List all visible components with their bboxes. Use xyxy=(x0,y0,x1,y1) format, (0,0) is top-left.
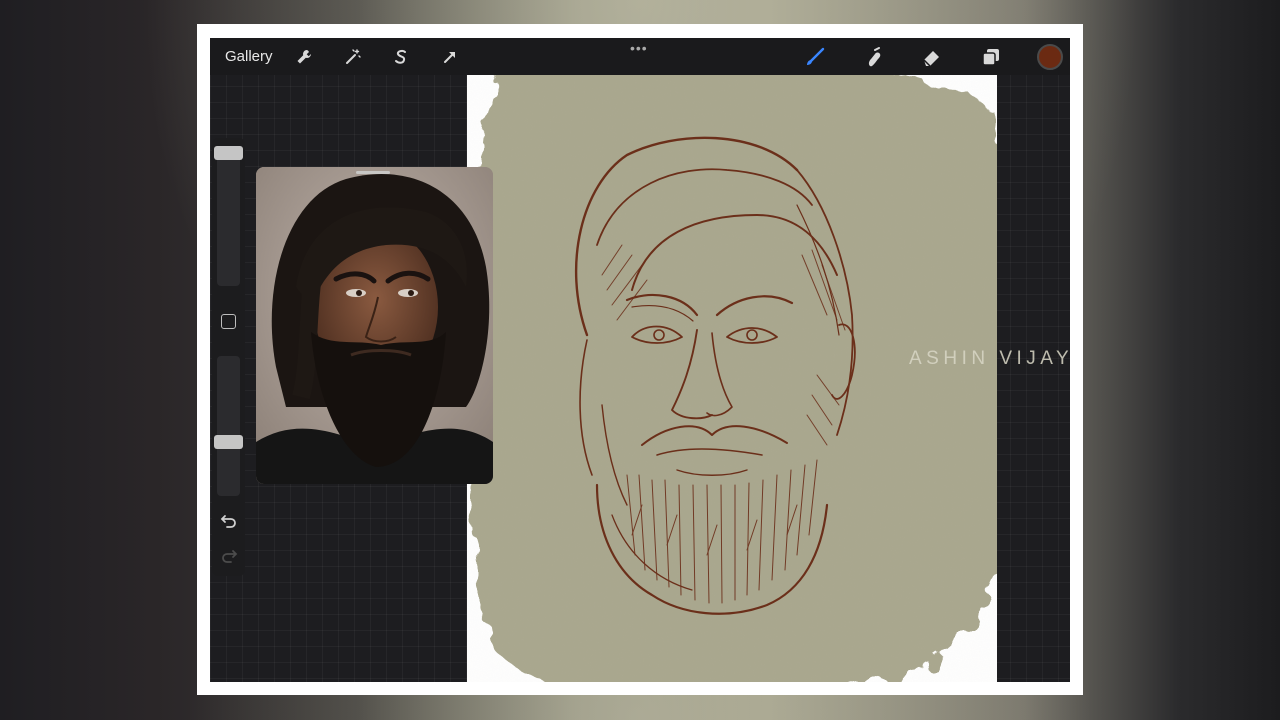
gallery-button[interactable]: Gallery xyxy=(225,48,273,65)
brush-size-thumb[interactable] xyxy=(214,146,243,160)
color-picker-swatch[interactable] xyxy=(1037,44,1063,70)
layers-icon[interactable] xyxy=(978,44,1004,70)
transform-arrow-icon[interactable] xyxy=(437,44,463,70)
eraser-icon[interactable] xyxy=(919,44,945,70)
brush-size-slider[interactable] xyxy=(217,146,240,286)
undo-icon[interactable] xyxy=(220,511,238,529)
brush-opacity-slider[interactable] xyxy=(217,356,240,496)
more-menu-dots[interactable]: ••• xyxy=(630,40,648,56)
reference-portrait xyxy=(256,167,493,484)
wrench-icon[interactable] xyxy=(291,44,317,70)
brush-opacity-thumb[interactable] xyxy=(214,435,243,449)
reference-drag-handle[interactable] xyxy=(356,171,390,174)
brush-icon[interactable] xyxy=(802,44,828,70)
reference-image-panel[interactable] xyxy=(256,167,493,484)
selection-icon[interactable] xyxy=(388,44,414,70)
smudge-icon[interactable] xyxy=(860,44,886,70)
brush-sidebar xyxy=(212,138,245,576)
modify-square-button[interactable] xyxy=(221,314,236,329)
watermark-text: ASHIN VIJAY xyxy=(909,348,1074,369)
top-toolbar: Gallery ••• xyxy=(210,38,1070,75)
redo-icon[interactable] xyxy=(220,546,238,564)
canvas-artwork xyxy=(467,75,997,682)
magic-wand-icon[interactable] xyxy=(340,44,366,70)
drawing-canvas[interactable] xyxy=(467,75,997,682)
